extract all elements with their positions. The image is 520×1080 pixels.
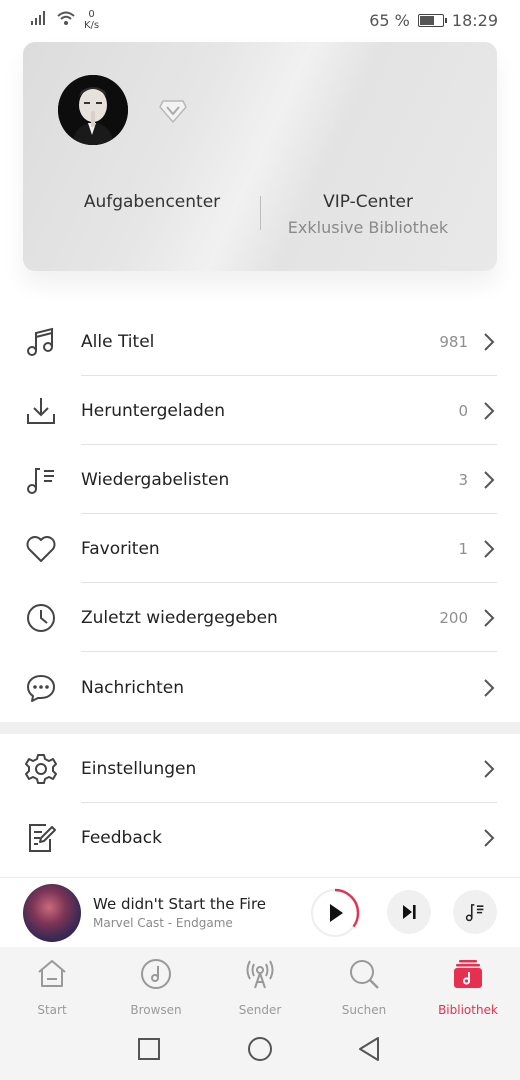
- list-item-label: Heruntergeladen: [81, 400, 226, 421]
- list-item-label: Favoriten: [81, 538, 160, 559]
- net-speed: 0 K/s: [84, 9, 99, 31]
- list-item-settings[interactable]: Einstellungen: [0, 734, 520, 803]
- tab-label: Bibliothek: [438, 1003, 498, 1017]
- list-item-messages[interactable]: Nachrichten: [0, 653, 520, 722]
- queue-button[interactable]: [453, 890, 497, 934]
- chevron-right-icon: [484, 539, 495, 558]
- back-button[interactable]: [357, 1036, 381, 1062]
- chevron-right-icon: [484, 401, 495, 420]
- music-note-icon: [27, 327, 53, 356]
- net-speed-value: 0: [88, 9, 95, 20]
- clock-time: 18:29: [451, 11, 498, 30]
- home-button[interactable]: [247, 1036, 273, 1062]
- vip-center-sub: Exklusive Bibliothek: [287, 218, 449, 237]
- playlist-icon: [465, 904, 484, 922]
- feedback-icon: [29, 823, 56, 852]
- play-button[interactable]: [309, 887, 361, 939]
- tab-label: Start: [37, 1003, 67, 1017]
- net-speed-unit: K/s: [84, 20, 100, 31]
- system-nav-bar: [0, 1017, 520, 1080]
- track-artist: Marvel Cast - Endgame: [93, 916, 233, 930]
- playlist-icon: [27, 467, 54, 494]
- list-item-label: Einstellungen: [81, 758, 197, 779]
- chevron-right-icon: [484, 828, 495, 847]
- list-item-all-tracks[interactable]: Alle Titel 981: [0, 307, 520, 376]
- status-bar: 0 K/s 65 % 18:29: [0, 0, 520, 40]
- task-center[interactable]: Aufgabencenter: [47, 192, 257, 212]
- signal-icon: [31, 11, 45, 25]
- vip-center[interactable]: VIP-Center Exklusive Bibliothek: [263, 192, 473, 237]
- list-item-downloaded[interactable]: Heruntergeladen 0: [0, 376, 520, 445]
- list-item-feedback[interactable]: Feedback: [0, 803, 520, 872]
- tab-label: Browsen: [130, 1003, 182, 1017]
- tab-label: Suchen: [341, 1003, 387, 1017]
- list-item-recently-played[interactable]: Zuletzt wiedergegeben 200: [0, 583, 520, 652]
- battery-icon: [417, 14, 447, 27]
- track-title: We didn't Start the Fire: [93, 895, 267, 913]
- tab-label: Sender: [238, 1003, 282, 1017]
- divider: [81, 651, 497, 652]
- tab-browse[interactable]: Browsen: [116, 957, 196, 1017]
- battery-percent: 65 %: [369, 11, 410, 30]
- list-item-playlists[interactable]: Wiedergabelisten 3: [0, 445, 520, 514]
- wifi-icon: [57, 11, 75, 25]
- album-cover[interactable]: [23, 884, 81, 942]
- list-item-label: Nachrichten: [81, 677, 184, 698]
- list-item-label: Feedback: [81, 827, 162, 848]
- list-item-count: 981: [439, 332, 468, 351]
- recent-apps-button[interactable]: [137, 1037, 161, 1061]
- download-icon: [27, 397, 55, 424]
- tab-library[interactable]: Bibliothek: [428, 957, 508, 1017]
- chevron-right-icon: [484, 608, 495, 627]
- chat-bubble-icon: [27, 674, 55, 702]
- task-center-label: Aufgabencenter: [83, 192, 221, 212]
- heart-icon: [26, 535, 56, 562]
- search-icon: [350, 960, 379, 989]
- list-item-count: 0: [458, 401, 468, 420]
- chevron-right-icon: [484, 759, 495, 778]
- tab-radio[interactable]: Sender: [220, 957, 300, 1017]
- status-left: 0 K/s: [30, 9, 99, 31]
- list-item-label: Alle Titel: [81, 331, 155, 352]
- tab-search[interactable]: Suchen: [324, 957, 404, 1017]
- clock-icon: [27, 603, 55, 632]
- list-item-label: Wiedergabelisten: [81, 469, 230, 490]
- card-divider: [260, 196, 261, 230]
- library-icon: [454, 960, 482, 988]
- mini-player[interactable]: We didn't Start the Fire Marvel Cast - E…: [0, 877, 520, 947]
- next-track-button[interactable]: [387, 890, 431, 934]
- browse-icon: [141, 959, 171, 989]
- radio-tower-icon: [246, 960, 274, 989]
- list-item-count: 3: [458, 470, 468, 489]
- home-icon: [38, 960, 66, 987]
- chevron-right-icon: [484, 678, 495, 697]
- list-item-count: 200: [439, 608, 468, 627]
- section-separator: [0, 722, 520, 734]
- bottom-tab-bar: Start Browsen Sender Suchen Bibliothek: [0, 947, 520, 1027]
- avatar[interactable]: [58, 75, 128, 145]
- list-item-count: 1: [458, 539, 468, 558]
- chevron-right-icon: [484, 332, 495, 351]
- status-right: 65 % 18:29: [369, 11, 498, 30]
- vip-center-label: VIP-Center: [323, 192, 413, 212]
- skip-next-icon: [403, 905, 416, 919]
- profile-card: Aufgabencenter VIP-Center Exklusive Bibl…: [23, 42, 497, 271]
- list-item-label: Zuletzt wiedergegeben: [81, 607, 278, 628]
- chevron-right-icon: [484, 470, 495, 489]
- vip-diamond-icon[interactable]: [159, 98, 187, 124]
- gear-icon: [25, 753, 57, 784]
- tab-start[interactable]: Start: [12, 957, 92, 1017]
- list-item-favorites[interactable]: Favoriten 1: [0, 514, 520, 583]
